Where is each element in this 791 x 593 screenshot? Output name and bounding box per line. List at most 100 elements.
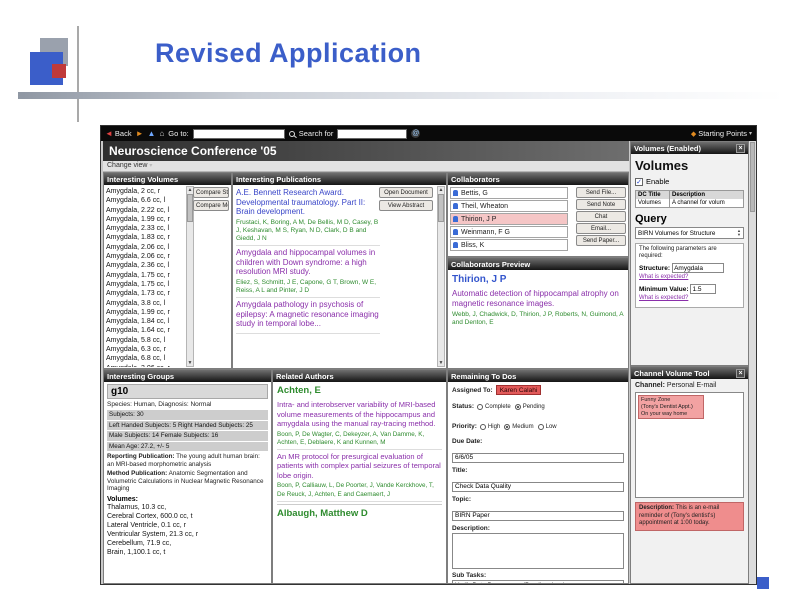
related-author-name[interactable]: Achten, E xyxy=(277,385,442,396)
up-icon[interactable]: ▲ xyxy=(148,129,156,138)
volume-list-item[interactable]: Amygdala, 3.8 cc, l xyxy=(106,299,184,308)
priority-radio[interactable]: Low xyxy=(537,424,557,430)
group-volumes-label: Volumes: xyxy=(107,495,138,503)
forward-icon[interactable]: ► xyxy=(136,129,144,138)
due-date-input[interactable] xyxy=(452,452,624,463)
checkbox-checked-icon[interactable] xyxy=(635,177,643,186)
radio-label: High xyxy=(487,424,501,430)
enable-checkbox-row[interactable]: Enable xyxy=(635,177,744,186)
compare-button[interactable]: Compare Stru... xyxy=(193,187,229,198)
collaborator-action-button[interactable]: Send File... xyxy=(576,187,626,198)
publication-title-link[interactable]: Amygdala pathology in psychosis of epile… xyxy=(236,300,380,329)
scroll-up-icon[interactable]: ▲ xyxy=(188,187,193,193)
volume-list-item[interactable]: Amygdala, 1.64 cc, r xyxy=(106,326,184,335)
volume-list-item[interactable]: Amygdala, 2.33 cc, l xyxy=(106,224,184,233)
status-radio[interactable]: Complete xyxy=(477,404,511,410)
volume-list-item[interactable]: Amygdala, 1.99 cc, r xyxy=(106,215,184,224)
scroll-down-icon[interactable]: ▼ xyxy=(187,360,193,366)
scroll-down-icon[interactable]: ▼ xyxy=(438,360,444,366)
table-cell[interactable]: Volumes xyxy=(636,199,670,207)
volume-list-item[interactable]: Amygdala, 2.06 cc, r xyxy=(106,252,184,261)
close-icon[interactable]: × xyxy=(736,368,745,378)
volume-list-item[interactable]: Amygdala, 6.6 cc, l xyxy=(106,196,184,205)
priority-radio[interactable]: High xyxy=(479,424,501,430)
collaborator-action-button[interactable]: Send Paper... xyxy=(576,235,626,246)
publications-scrollbar[interactable]: ▲ ▼ xyxy=(437,186,445,367)
minimum-hint-link[interactable]: What is expected? xyxy=(639,295,740,301)
search-input[interactable] xyxy=(337,128,408,139)
scrollbar-thumb[interactable] xyxy=(438,194,444,222)
collaborator-item[interactable]: Bliss, K xyxy=(450,239,568,251)
chevron-down-icon: ▾ xyxy=(748,131,752,137)
collaborator-action-button[interactable]: Send Note xyxy=(576,199,626,210)
volume-list-item[interactable]: Amygdala, 1.83 cc, r xyxy=(106,233,184,242)
publication-authors[interactable]: Frustaci, K, Boring, A M, De Bellis, M D… xyxy=(236,219,380,244)
spinner-icons[interactable]: ▲ ▼ xyxy=(737,229,741,237)
publication-action-button[interactable]: Open Document xyxy=(379,187,433,198)
volume-list-item[interactable]: Amygdala, 6.8 cc, l xyxy=(106,354,184,363)
status-radio[interactable]: Pending xyxy=(514,404,545,410)
collaborator-item[interactable]: Weinmann, F G xyxy=(450,226,568,238)
topic-input[interactable] xyxy=(452,510,624,521)
starting-points-button[interactable]: ◆ Starting Points ▾ xyxy=(691,129,752,138)
globe-icon[interactable]: @ xyxy=(411,129,421,138)
volume-list-item[interactable]: Amygdala, 3.06 cc, r xyxy=(106,364,184,367)
structure-input[interactable] xyxy=(672,263,725,273)
subtask-item[interactable]: Verify Data Provenance (Pending, Low) xyxy=(455,582,621,583)
priority-radio[interactable]: Medium xyxy=(504,424,534,430)
publication-authors[interactable]: Eliez, S, Schmitt, J E, Capone, G T, Bro… xyxy=(236,279,380,295)
home-icon[interactable]: ⌂ xyxy=(159,129,164,138)
publication-title-link[interactable]: Amygdala and hippocampal volumes in chil… xyxy=(236,248,380,277)
group-name[interactable]: g10 xyxy=(107,384,268,399)
publication-title-link[interactable]: A.E. Bennett Research Award. Development… xyxy=(236,188,380,217)
volume-list-item[interactable]: Amygdala, 1.73 cc, r xyxy=(106,289,184,298)
minimum-value-input[interactable] xyxy=(690,284,717,294)
email-note-line: On your way home xyxy=(641,410,688,417)
email-note-line: (Tony's Dentist Appt.) xyxy=(641,403,693,410)
volume-list-item[interactable]: Amygdala, 2 cc, r xyxy=(106,187,184,196)
goto-input[interactable] xyxy=(192,128,285,139)
email-note[interactable]: Funny Zone (Tony's Dentist Appt.) On your … xyxy=(638,395,704,420)
volume-list-item[interactable]: Amygdala, 1.75 cc, r xyxy=(106,271,184,280)
volume-list-item[interactable]: Amygdala, 2.22 cc, l xyxy=(106,206,184,215)
volume-list-item[interactable]: Amygdala, 5.8 cc, l xyxy=(106,336,184,345)
table-cell[interactable]: A channel for volum xyxy=(670,199,743,207)
description-textarea[interactable] xyxy=(452,533,624,569)
app-scrollbar[interactable] xyxy=(748,141,756,584)
volume-list-item[interactable]: Amygdala, 1.99 cc, r xyxy=(106,308,184,317)
scroll-up-icon[interactable]: ▲ xyxy=(439,187,444,193)
app-window: ◄ Back ► ▲ ⌂ Go to: Search for @ ◆ Start… xyxy=(100,125,757,585)
publication-action-button[interactable]: View Abstract xyxy=(379,200,433,211)
spin-down-icon[interactable]: ▼ xyxy=(737,233,741,237)
publication-authors[interactable]: Webb, J, Chadwick, D, Thirion, J P, Robe… xyxy=(452,311,624,327)
volume-list-item[interactable]: Amygdala, 2.36 cc, l xyxy=(106,261,184,270)
collaborator-item[interactable]: Thirion, J P xyxy=(450,213,568,225)
volume-list-item[interactable]: Amygdala, 6.3 cc, r xyxy=(106,345,184,354)
query-select[interactable]: BIRN Volumes for Structure ▲ ▼ xyxy=(635,227,744,239)
publication-authors[interactable]: Boon, P, De Wagter, C, Dekeyzer, A, Van … xyxy=(277,431,442,447)
volume-list-item[interactable]: Amygdala, 1.84 cc, l xyxy=(106,317,184,326)
publication-title-link[interactable]: Intra- and interobserver variability of … xyxy=(277,400,442,429)
compare-button[interactable]: Compare Mem... xyxy=(193,200,229,211)
publication-title-link[interactable]: Automatic detection of hippocampal atrop… xyxy=(452,289,624,308)
collaborator-item[interactable]: Bettis, G xyxy=(450,187,568,199)
publication-title-link[interactable]: An MR protocol for presurgical evaluatio… xyxy=(277,452,442,481)
assigned-to-value[interactable]: Karen Calahi xyxy=(495,385,542,395)
related-author-name[interactable]: Albaugh, Matthew D xyxy=(277,503,442,519)
title-input[interactable] xyxy=(452,481,624,492)
collaborator-action-button[interactable]: Chat xyxy=(576,211,626,222)
collaborator-action-button[interactable]: Email... xyxy=(576,223,626,234)
change-view-button[interactable]: Change view ▾ xyxy=(103,161,629,172)
scrollbar-thumb[interactable] xyxy=(750,142,755,212)
starting-points-label: Starting Points xyxy=(698,129,747,138)
channel-value[interactable]: Personal E-mail xyxy=(667,382,716,389)
structure-hint-link[interactable]: What is expected? xyxy=(639,274,740,280)
volume-list-item[interactable]: Amygdala, 2.06 cc, l xyxy=(106,243,184,252)
volumes-scrollbar[interactable]: ▲ ▼ xyxy=(186,186,194,367)
publication-authors[interactable]: Boon, P, Calliauw, L, De Poorter, J, Van… xyxy=(277,482,442,498)
previewed-collaborator-name[interactable]: Thirion, J P xyxy=(452,274,624,285)
back-button[interactable]: ◄ Back xyxy=(105,129,132,138)
volume-list-item[interactable]: Amygdala, 1.75 cc, l xyxy=(106,280,184,289)
close-icon[interactable]: × xyxy=(736,143,745,153)
collaborator-item[interactable]: Theil, Wheaton xyxy=(450,200,568,212)
